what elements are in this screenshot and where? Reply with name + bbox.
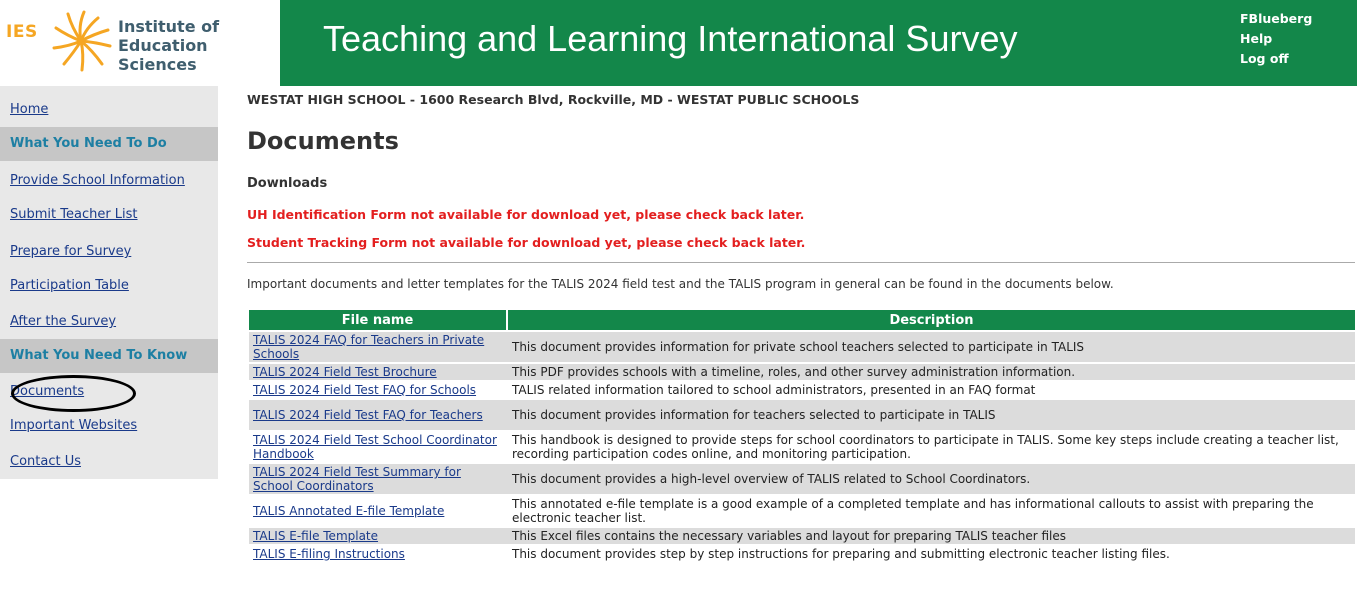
logo-name: Institute of Education Sciences: [118, 17, 280, 74]
warning-message: UH Identification Form not available for…: [247, 207, 805, 222]
document-description: This document provides information for t…: [508, 400, 1355, 430]
column-header-file-name: File name: [249, 310, 508, 330]
page-title: Documents: [247, 127, 399, 155]
document-link[interactable]: TALIS Annotated E-file Template: [253, 504, 444, 518]
table-row: TALIS E-filing Instructions This documen…: [249, 546, 1355, 562]
username-link[interactable]: FBlueberg: [1240, 9, 1312, 29]
sidebar-item-important-websites[interactable]: Important Websites: [10, 418, 137, 433]
document-link[interactable]: TALIS E-filing Instructions: [253, 547, 405, 561]
sidebar-item-prepare-for-survey[interactable]: Prepare for Survey: [10, 244, 131, 259]
document-description: This Excel files contains the necessary …: [508, 528, 1355, 544]
sidebar-item-home[interactable]: Home: [10, 102, 48, 117]
document-description: This PDF provides schools with a timelin…: [508, 364, 1355, 380]
table-row: TALIS 2024 Field Test FAQ for Schools TA…: [249, 382, 1355, 398]
documents-highlight-circle: [11, 375, 136, 412]
document-description: This handbook is designed to provide ste…: [512, 433, 1339, 461]
document-link[interactable]: TALIS 2024 Field Test School Coordinator…: [253, 433, 497, 461]
document-link[interactable]: TALIS 2024 Field Test Summary for School…: [253, 465, 461, 493]
sidebar-section-what-you-need-to-know: What You Need To Know: [0, 339, 218, 373]
intro-text: Important documents and letter templates…: [247, 277, 1114, 291]
table-row: TALIS 2024 Field Test School Coordinator…: [249, 432, 1355, 462]
column-header-description: Description: [508, 310, 1355, 330]
warning-message: Student Tracking Form not available for …: [247, 235, 806, 250]
app-header: IES Institute of Education Sciences Teac…: [0, 0, 1357, 86]
logo-line-2: Education Sciences: [118, 36, 208, 74]
sidebar-section-what-you-need-to-do: What You Need To Do: [0, 127, 218, 161]
sidebar: Home What You Need To Do Provide School …: [0, 86, 218, 479]
logo-line-1: Institute of: [118, 17, 220, 36]
sidebar-item-after-the-survey[interactable]: After the Survey: [10, 314, 116, 329]
document-description: This document provides information for p…: [508, 332, 1355, 362]
sidebar-section-label: What You Need To Do: [10, 136, 167, 151]
document-link[interactable]: TALIS 2024 Field Test Brochure: [253, 365, 437, 379]
document-description: This document provides a high-level over…: [508, 464, 1355, 494]
sidebar-item-participation-table[interactable]: Participation Table: [10, 278, 129, 293]
downloads-heading: Downloads: [247, 176, 328, 191]
sun-icon: [52, 10, 112, 72]
document-link[interactable]: TALIS E-file Template: [253, 529, 378, 543]
sidebar-item-submit-teacher-list[interactable]: Submit Teacher List: [10, 207, 138, 222]
table-row: TALIS 2024 FAQ for Teachers in Private S…: [249, 332, 1355, 362]
sidebar-item-contact-us[interactable]: Contact Us: [10, 454, 81, 469]
sidebar-section-label: What You Need To Know: [10, 348, 188, 363]
user-links: FBlueberg Help Log off: [1240, 9, 1312, 69]
document-link[interactable]: TALIS 2024 Field Test FAQ for Schools: [253, 383, 476, 397]
help-link[interactable]: Help: [1240, 29, 1312, 49]
table-row: TALIS 2024 Field Test Brochure This PDF …: [249, 364, 1355, 380]
table-row: TALIS E-file Template This Excel files c…: [249, 528, 1355, 544]
school-info: WESTAT HIGH SCHOOL - 1600 Research Blvd,…: [247, 92, 860, 107]
ies-logo[interactable]: IES Institute of Education Sciences: [0, 0, 280, 86]
document-description: TALIS related information tailored to sc…: [512, 383, 1036, 397]
table-row: TALIS Annotated E-file Template This ann…: [249, 496, 1355, 526]
logo-ies-text: IES: [6, 22, 38, 42]
documents-table: File name Description TALIS 2024 FAQ for…: [249, 308, 1355, 564]
document-description: This document provides step by step inst…: [512, 547, 1170, 561]
app-title: Teaching and Learning International Surv…: [323, 18, 1018, 59]
divider: [247, 262, 1355, 263]
table-row: TALIS 2024 Field Test FAQ for Teachers T…: [249, 400, 1355, 430]
document-link[interactable]: TALIS 2024 Field Test FAQ for Teachers: [253, 408, 483, 422]
log-off-link[interactable]: Log off: [1240, 49, 1312, 69]
table-header-row: File name Description: [249, 310, 1355, 330]
table-row: TALIS 2024 Field Test Summary for School…: [249, 464, 1355, 494]
sidebar-item-provide-school-information[interactable]: Provide School Information: [10, 173, 185, 188]
document-link[interactable]: TALIS 2024 FAQ for Teachers in Private S…: [253, 333, 484, 361]
document-description: This annotated e-file template is a good…: [512, 497, 1314, 525]
